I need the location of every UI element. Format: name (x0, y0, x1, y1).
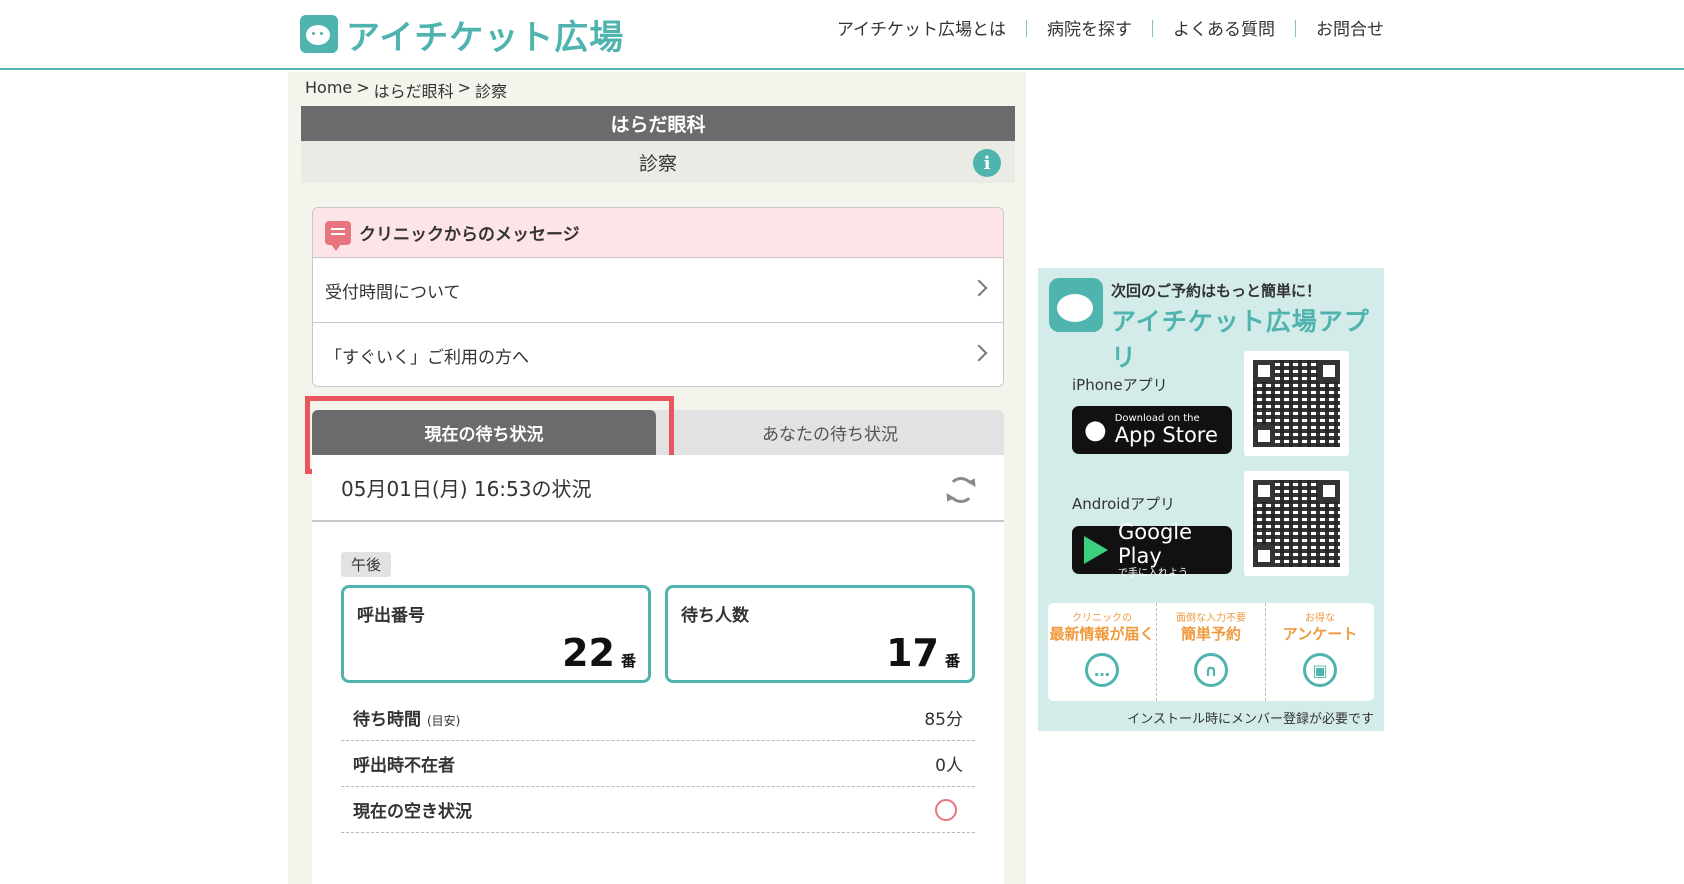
app-features: クリニックの 最新情報が届く … 面倒な入力不要 簡単予約 ∩ お得な アンケー… (1048, 603, 1374, 701)
tab-current-status[interactable]: 現在の待ち状況 (312, 410, 656, 463)
feature-small: お得な (1305, 613, 1335, 624)
global-nav: アイチケット広場とは ｜ 病院を探す ｜ よくある質問 ｜ お問合せ (837, 15, 1384, 40)
nav-separator: ｜ (1018, 20, 1035, 40)
status-header: 05月01日(月) 16:53の状況 (312, 455, 1004, 522)
call-number-unit: 番 (620, 652, 636, 670)
vacancy-label: 現在の空き状況 (353, 802, 472, 822)
clinic-name-bar: はらだ眼科 (301, 106, 1015, 141)
vacancy-row: 現在の空き状況 (341, 787, 975, 833)
app-logo-icon (1049, 278, 1103, 332)
breadcrumb-home[interactable]: Home (305, 78, 352, 102)
message-item-reception-hours[interactable]: 受付時間について (313, 257, 1003, 322)
refresh-icon[interactable] (948, 477, 974, 503)
feature-easy-booking: 面倒な入力不要 簡単予約 ∩ (1157, 603, 1266, 701)
waiting-count-card: 待ち人数 17 番 (665, 585, 975, 683)
android-label: Androidアプリ (1072, 495, 1175, 513)
chat-icon: … (1085, 653, 1119, 687)
wait-status-tabs: 現在の待ち状況 あなたの待ち状況 (312, 410, 1004, 463)
message-item-label: 「すぐいく」ご利用の方へ (325, 347, 529, 368)
chevron-right-icon (970, 344, 988, 362)
google-play-small: で手に入れよう (1118, 567, 1188, 579)
nav-link-contact[interactable]: お問合せ (1316, 15, 1384, 40)
info-icon[interactable]: i (973, 149, 1001, 177)
site-logo[interactable]: アイチケット広場 (300, 14, 624, 58)
nav-separator: ｜ (1144, 20, 1161, 40)
feature-title: 最新情報が届く (1049, 625, 1155, 643)
message-item-sugu-iku[interactable]: 「すぐいく」ご利用の方へ (313, 322, 1003, 386)
chevron-right-icon (970, 279, 988, 297)
page-title-bar: 診察 i (301, 141, 1015, 183)
breadcrumb: Home > はらだ眼科 > 診察 (305, 78, 507, 102)
call-number-value-group: 22 番 (562, 634, 636, 672)
feature-survey: お得な アンケート ▣ (1266, 603, 1374, 701)
feature-latest-info: クリニックの 最新情報が届く … (1048, 603, 1157, 701)
app-tagline: 次回のご予約はもっと簡単に！ (1111, 282, 1322, 300)
message-header: クリニックからのメッセージ (313, 208, 1003, 257)
page-title: 診察 (638, 152, 677, 175)
iphone-qr-code (1244, 351, 1349, 456)
absent-row: 呼出時不在者 0人 (341, 741, 975, 787)
clinic-message-box: クリニックからのメッセージ 受付時間について 「すぐいく」ご利用の方へ (312, 207, 1004, 387)
breadcrumb-separator: > (457, 78, 472, 97)
wait-time-value: 85分 (924, 710, 963, 730)
wait-time-label-group: 待ち時間 (目安) (353, 705, 460, 730)
breadcrumb-current: 診察 (475, 82, 508, 101)
breadcrumb-clinic[interactable]: はらだ眼科 (374, 78, 454, 102)
stethoscope-icon: ∩ (1194, 653, 1228, 687)
gift-icon: ▣ (1303, 653, 1337, 687)
waiting-count-value-group: 17 番 (886, 634, 960, 672)
nav-separator: ｜ (1287, 20, 1304, 40)
feature-small: クリニックの (1072, 613, 1132, 624)
wait-time-note: (目安) (427, 714, 461, 728)
feature-small: 面倒な入力不要 (1176, 613, 1246, 624)
nav-link-faq[interactable]: よくある質問 (1173, 15, 1275, 40)
nav-link-about[interactable]: アイチケット広場とは (837, 15, 1006, 40)
call-number-value: 22 (562, 631, 615, 675)
absent-label: 呼出時不在者 (353, 756, 455, 776)
site-header: アイチケット広場 アイチケット広場とは ｜ 病院を探す ｜ よくある質問 ｜ お… (0, 0, 1684, 70)
feature-title: アンケート (1282, 625, 1358, 643)
waiting-count-unit: 番 (944, 652, 960, 670)
nav-link-search-hospital[interactable]: 病院を探す (1047, 15, 1132, 40)
google-play-big: Google Play (1118, 520, 1193, 568)
status-timestamp: 05月01日(月) 16:53の状況 (341, 477, 592, 501)
tab-your-status[interactable]: あなたの待ち状況 (656, 410, 1004, 455)
call-number-card: 呼出番号 22 番 (341, 585, 651, 683)
feature-title: 簡単予約 (1180, 625, 1241, 643)
current-status-panel: 05月01日(月) 16:53の状況 午後 呼出番号 22 番 待ち人数 17 … (312, 455, 1004, 884)
message-item-label: 受付時間について (325, 282, 461, 303)
app-download-banner[interactable]: 次回のご予約はもっと簡単に！ アイチケット広場アプリ iPhoneアプリ ● D… (1038, 268, 1384, 731)
wait-time-row: 待ち時間 (目安) 85分 (341, 695, 975, 741)
waiting-count-label: 待ち人数 (681, 606, 749, 626)
wait-time-label: 待ち時間 (353, 710, 421, 730)
google-play-button[interactable]: Google Play で手に入れよう (1072, 521, 1232, 579)
waiting-count-value: 17 (886, 631, 939, 675)
app-store-big: App Store (1114, 422, 1218, 447)
call-number-label: 呼出番号 (357, 606, 425, 626)
absent-value: 0人 (935, 756, 963, 776)
apple-icon: ● (1084, 415, 1107, 445)
logo-text: アイチケット広場 (346, 17, 625, 58)
logo-mark-icon (300, 15, 338, 53)
app-store-button[interactable]: ● Download on the App Store (1072, 406, 1232, 454)
android-qr-code (1244, 471, 1349, 576)
message-header-title: クリニックからのメッセージ (359, 225, 580, 245)
message-bubble-icon (325, 220, 351, 251)
period-badge: 午後 (341, 552, 392, 577)
breadcrumb-separator: > (356, 78, 370, 97)
iphone-label: iPhoneアプリ (1072, 376, 1168, 394)
app-install-note: インストール時にメンバー登録が必要です (1127, 712, 1374, 727)
google-play-icon (1084, 536, 1108, 564)
vacancy-circle-icon (935, 798, 957, 821)
